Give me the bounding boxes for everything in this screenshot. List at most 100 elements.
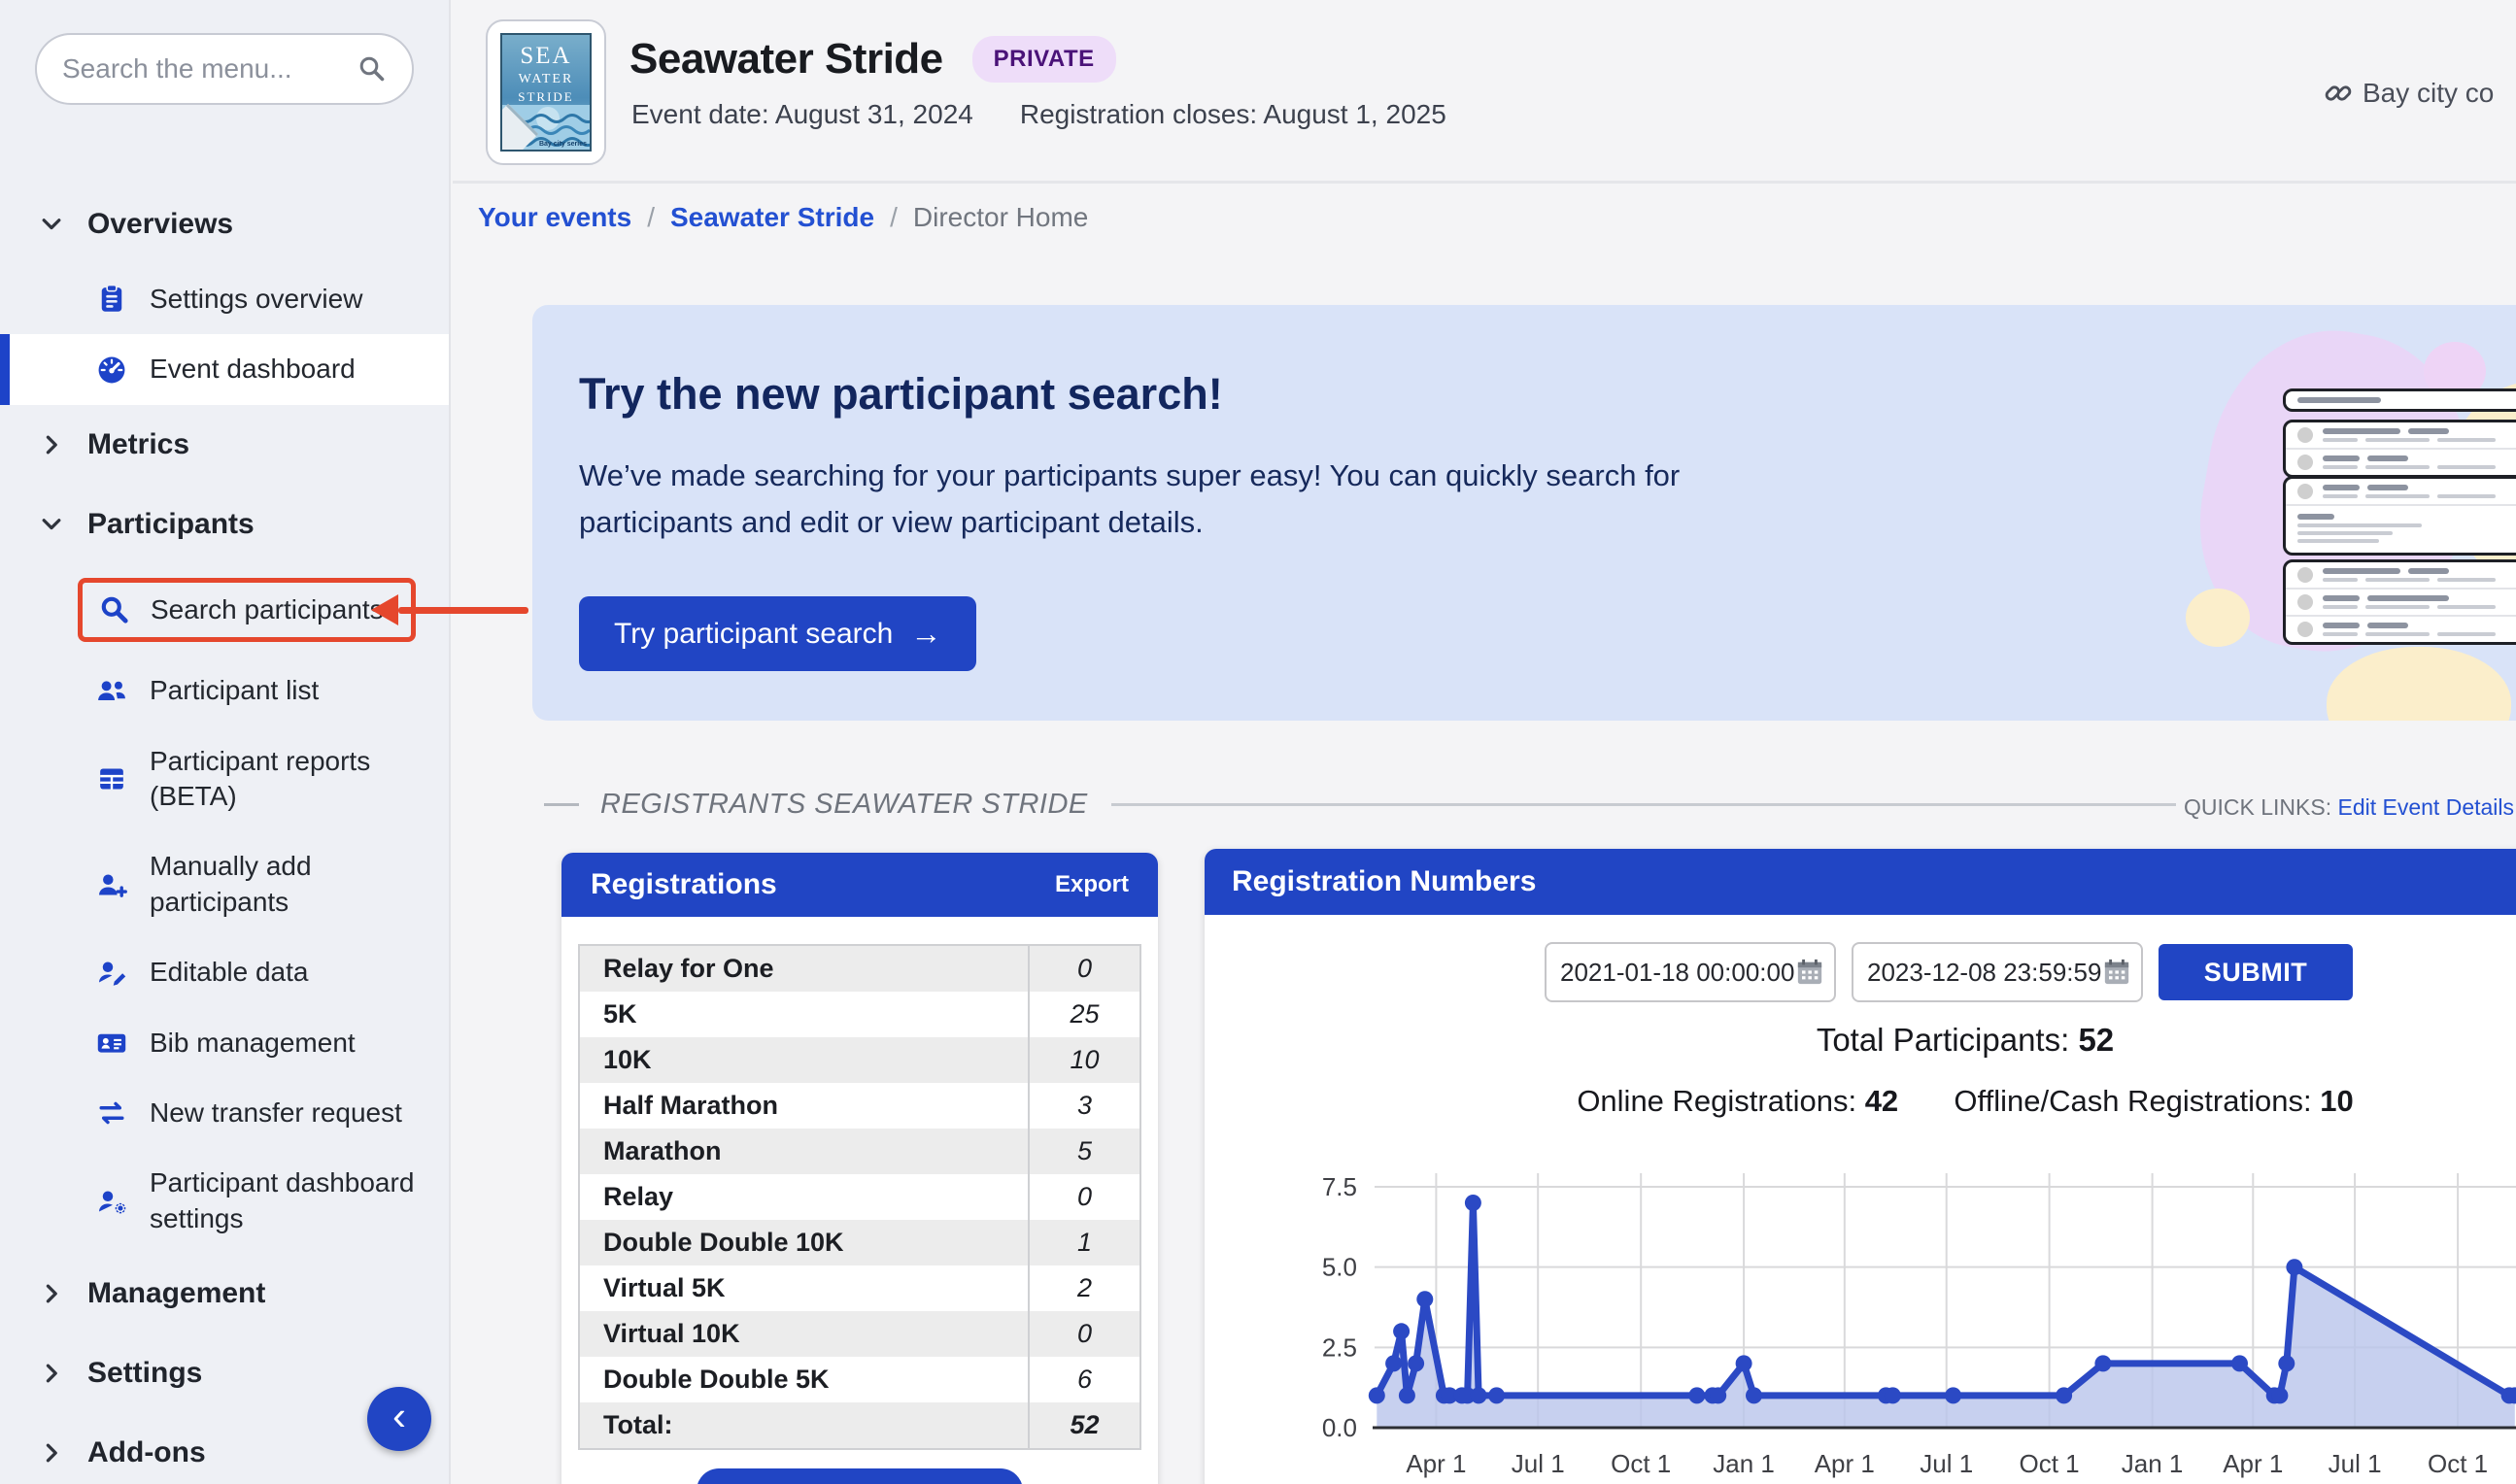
logo-caption: Bay city series: [539, 141, 587, 148]
event-name: Virtual 10K: [580, 1319, 1028, 1349]
svg-text:Jul 1: Jul 1: [1920, 1449, 1973, 1478]
event-count: 10: [1028, 1037, 1139, 1083]
offline-registrations-value: 10: [2320, 1084, 2353, 1118]
chevron-left-icon: ‹: [392, 1393, 406, 1439]
sidebar-item-participant-dashboard-settings[interactable]: Participant dashboard settings: [0, 1148, 449, 1254]
sidebar-section-management[interactable]: Management: [0, 1254, 449, 1333]
sidebar-item-new-transfer-request[interactable]: New transfer request: [0, 1078, 449, 1148]
event-count: 0: [1028, 1174, 1139, 1220]
date-to-input[interactable]: 2023-12-08 23:59:59: [1852, 942, 2143, 1002]
sidebar-item-event-dashboard[interactable]: Event dashboard: [0, 334, 449, 404]
registration-breakdown: Online Registrations: 42 Offline/Cash Re…: [1205, 1084, 2516, 1119]
breadcrumb-your-events[interactable]: Your events: [478, 202, 631, 233]
export-button[interactable]: Export: [1055, 871, 1129, 898]
sidebar-section-participants[interactable]: Participants: [0, 485, 449, 564]
event-count: 2: [1028, 1265, 1139, 1311]
quick-link-edit-event-details[interactable]: Edit Event Details: [2337, 794, 2514, 820]
sidebar-item-label: Event dashboard: [150, 352, 356, 387]
arrow-shaft: [398, 607, 528, 614]
date-to-value: 2023-12-08 23:59:59: [1867, 958, 2101, 988]
registration-row: Virtual 10K0: [580, 1311, 1139, 1357]
annotation-highlight-box: Search participants: [78, 578, 416, 642]
logo-line: WATER: [502, 72, 590, 87]
registrations-chart: Apr 1Jul 1Oct 1Jan 1Apr 1Jul 1Oct 1Jan 1…: [1375, 1146, 2516, 1484]
sidebar-item-manually-add-participants[interactable]: Manually add participants: [0, 831, 449, 937]
sidebar-collapse-button[interactable]: ‹: [367, 1387, 431, 1451]
event-count: 25: [1028, 992, 1139, 1037]
person-plus-icon: [95, 869, 128, 900]
clipboard-icon: [95, 284, 128, 315]
date-from-input[interactable]: 2021-01-18 00:00:00: [1545, 942, 1836, 1002]
sidebar-item-label: New transfer request: [150, 1096, 402, 1130]
sidebar-section-label: Participants: [87, 508, 255, 541]
sidebar-item-label: Participant reports (BETA): [150, 744, 429, 815]
yellow-blob: [2186, 589, 2250, 647]
sidebar-item-participant-list[interactable]: Participant list: [0, 656, 449, 725]
svg-text:Oct 1: Oct 1: [1611, 1449, 1671, 1478]
sidebar-section-label: Management: [87, 1277, 265, 1310]
arrow-head: [371, 594, 398, 625]
calendar-icon[interactable]: [1794, 957, 1825, 988]
event-name: Double Double 10K: [580, 1228, 1028, 1258]
registrations-title: Registrations: [591, 868, 777, 901]
event-logo-poster: SEA WATER STRIDE Bay city series: [500, 33, 592, 152]
registration-numbers-header: Registration Numbers: [1205, 849, 2516, 915]
sidebar-item-participant-reports-beta[interactable]: Participant reports (BETA): [0, 726, 449, 832]
sidebar-item-label: Participant list: [150, 673, 319, 708]
annotation-arrow: [371, 589, 528, 631]
people-icon: [95, 675, 128, 706]
breadcrumb-seawater-stride[interactable]: Seawater Stride: [670, 202, 874, 233]
sidebar-section-label: Metrics: [87, 428, 189, 461]
menu-search-placeholder: Search the menu...: [62, 53, 357, 84]
sidebar-item-label: Participant dashboard settings: [150, 1165, 429, 1236]
chevron-down-icon: [39, 512, 64, 537]
sidebar-item-bib-management[interactable]: Bib management: [0, 1008, 449, 1078]
registration-row: Marathon5: [580, 1129, 1139, 1174]
registration-row: Double Double 10K1: [580, 1220, 1139, 1265]
search-icon: [98, 594, 131, 625]
event-logo: SEA WATER STRIDE Bay city series: [486, 19, 606, 165]
svg-text:2.5: 2.5: [1322, 1332, 1357, 1362]
registrations-partial-button[interactable]: [697, 1468, 1023, 1484]
org-link[interactable]: Bay city co: [2324, 78, 2494, 109]
participant-search-illustration: [2215, 305, 2516, 721]
sidebar-section-overviews[interactable]: Overviews: [0, 185, 449, 264]
svg-text:Jan 1: Jan 1: [1713, 1449, 1775, 1478]
participant-search-banner: Try the new participant search! We’ve ma…: [532, 305, 2516, 721]
privacy-badge: PRIVATE: [972, 36, 1116, 83]
registration-numbers-card: Registration Numbers 2021-01-18 00:00:00…: [1205, 849, 2516, 1484]
event-name: Total:: [580, 1410, 1028, 1440]
sidebar-item-label: Settings overview: [150, 282, 362, 317]
banner-body: We’ve made searching for your participan…: [579, 453, 1784, 546]
event-name: Marathon: [580, 1136, 1028, 1166]
banner-title: Try the new participant search!: [579, 369, 1223, 420]
total-participants: Total Participants: 52: [1205, 1022, 2516, 1059]
sidebar-item-label: Editable data: [150, 955, 308, 990]
header-divider: [453, 181, 2516, 184]
transfer-icon: [95, 1097, 128, 1129]
sidebar-nav: Overviews Settings overview Event dashboar…: [0, 185, 449, 1484]
chevron-down-icon: [39, 212, 64, 237]
calendar-icon[interactable]: [2101, 957, 2132, 988]
event-date-text: Event date: August 31, 2024: [631, 99, 973, 130]
registrations-line-chart: Apr 1Jul 1Oct 1Jan 1Apr 1Jul 1Oct 1Jan 1…: [1375, 1146, 2516, 1484]
svg-text:Apr 1: Apr 1: [2223, 1449, 2283, 1478]
svg-text:7.5: 7.5: [1322, 1172, 1357, 1201]
sidebar-item-editable-data[interactable]: Editable data: [0, 937, 449, 1007]
submit-button[interactable]: SUBMIT: [2159, 944, 2353, 1000]
chevron-right-icon: [39, 1440, 64, 1466]
breadcrumb-separator: /: [890, 202, 898, 233]
menu-search-input[interactable]: Search the menu...: [35, 33, 414, 105]
breadcrumb-director-home: Director Home: [913, 202, 1088, 233]
sidebar-section-label: Overviews: [87, 208, 233, 241]
sidebar-item-settings-overview[interactable]: Settings overview: [0, 264, 449, 334]
sidebar-item-label: Search participants: [151, 592, 384, 627]
id-card-icon: [95, 1028, 128, 1059]
total-participants-value: 52: [2078, 1022, 2114, 1058]
logo-line: SEA: [502, 43, 590, 70]
breadcrumb-separator: /: [647, 202, 655, 233]
try-participant-search-button[interactable]: Try participant search →: [579, 596, 976, 671]
link-icon: [2324, 79, 2353, 108]
sidebar-section-metrics[interactable]: Metrics: [0, 405, 449, 485]
event-name: Relay for One: [580, 954, 1028, 984]
